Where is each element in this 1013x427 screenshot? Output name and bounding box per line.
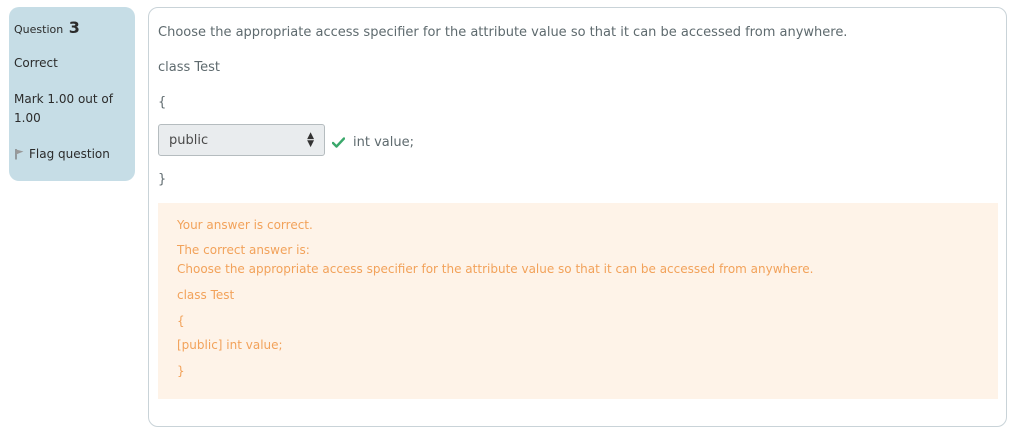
feedback-correct-answer-label: The correct answer is: bbox=[177, 243, 310, 257]
question-state: Correct bbox=[14, 56, 58, 70]
code-open-brace: { bbox=[158, 95, 167, 110]
feedback-close-brace: } bbox=[177, 364, 185, 378]
access-specifier-select[interactable]: public ▲ ▼ bbox=[158, 124, 325, 156]
flag-icon bbox=[15, 149, 24, 160]
question-text: Choose the appropriate access specifier … bbox=[158, 25, 848, 40]
question-number: 3 bbox=[68, 18, 80, 37]
flag-question-label: Flag question bbox=[29, 147, 110, 161]
flag-question-link[interactable]: Flag question bbox=[14, 146, 130, 162]
question-label: Question bbox=[14, 23, 64, 36]
check-icon bbox=[332, 137, 345, 148]
select-value: public bbox=[169, 132, 209, 148]
code-class-line: class Test bbox=[158, 60, 221, 75]
feedback-open-brace: { bbox=[177, 314, 185, 328]
feedback-question-text: Choose the appropriate access specifier … bbox=[177, 262, 814, 276]
feedback-answer-line: [public] int value; bbox=[177, 338, 283, 352]
question-info-panel: Question 3 Correct Mark 1.00 out of 1.00… bbox=[9, 7, 135, 181]
question-content: Choose the appropriate access specifier … bbox=[148, 7, 1007, 427]
feedback-box: Your answer is correct. The correct answ… bbox=[158, 203, 998, 399]
select-chevron-icon: ▲ ▼ bbox=[307, 131, 314, 149]
code-after-select: int value; bbox=[353, 135, 414, 150]
question-number-row: Question 3 bbox=[14, 18, 130, 38]
feedback-correct-msg: Your answer is correct. bbox=[177, 218, 313, 232]
code-close-brace: } bbox=[158, 172, 167, 187]
feedback-code-class: class Test bbox=[177, 288, 235, 302]
question-grade: Mark 1.00 out of 1.00 bbox=[14, 92, 113, 125]
